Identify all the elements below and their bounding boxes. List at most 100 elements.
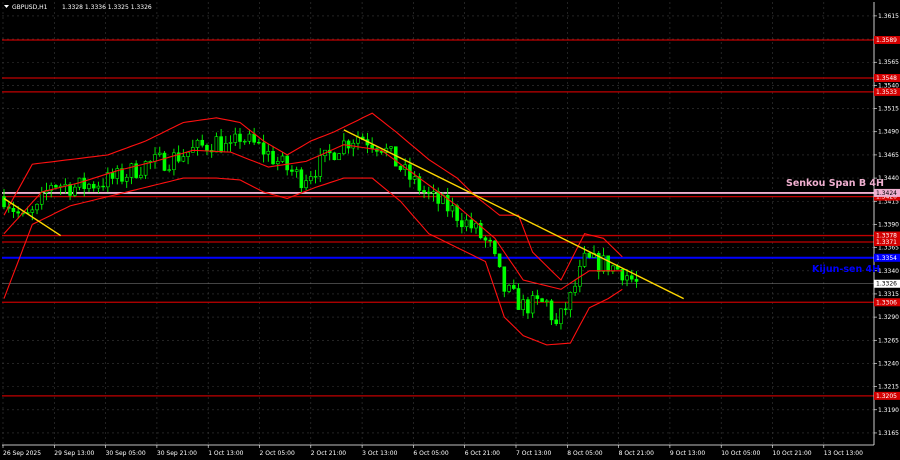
candle-body xyxy=(370,144,374,149)
y-tick-label: 1.3615 xyxy=(878,13,899,20)
y-tick-label: 1.3190 xyxy=(878,407,899,414)
candle-body xyxy=(530,295,535,314)
current-price-tag-label: 1.3326 xyxy=(876,281,897,288)
candle-body xyxy=(35,203,39,211)
candle-body xyxy=(68,184,72,196)
candle-body xyxy=(167,169,171,171)
candle-body xyxy=(228,142,233,144)
candle-body xyxy=(242,140,247,143)
candle-body xyxy=(73,186,77,196)
x-tick-label: 10 Oct 05:00 xyxy=(721,450,760,457)
candle-body xyxy=(398,165,403,170)
candle-body xyxy=(460,220,464,228)
x-tick-label: 6 Oct 05:00 xyxy=(413,450,448,457)
x-tick-label: 8 Oct 21:00 xyxy=(619,450,654,457)
candle-body xyxy=(606,255,610,272)
candle-body xyxy=(450,205,455,212)
candle-body xyxy=(573,285,577,293)
candle-body xyxy=(502,266,507,292)
x-tick-label: 9 Oct 13:00 xyxy=(670,450,705,457)
candle-body xyxy=(342,140,346,154)
level-tag: 1.3205 xyxy=(874,391,900,400)
candle-body xyxy=(540,298,544,303)
candle-body xyxy=(233,133,238,143)
candle-body xyxy=(205,144,209,151)
candle-body xyxy=(332,152,337,161)
level-tag: 1.3371 xyxy=(874,238,900,247)
chart-background xyxy=(0,0,900,460)
candle-body xyxy=(318,155,323,177)
y-tick-label: 1.3240 xyxy=(878,360,899,367)
kijun-sen-annotation: Kijun-sen 4H xyxy=(812,264,880,275)
x-tick-label: 30 Sep 05:00 xyxy=(106,450,146,457)
candle-body xyxy=(271,150,275,165)
candle-body xyxy=(261,142,266,155)
y-tick-label: 1.3390 xyxy=(878,221,899,228)
y-tick-label: 1.3290 xyxy=(878,314,899,321)
candle-body xyxy=(285,155,290,171)
candle-body xyxy=(181,156,186,162)
candle-body xyxy=(275,161,280,165)
level-tag-label: 1.3205 xyxy=(876,393,897,400)
kijun-sen-tag: 1.3354 xyxy=(874,253,900,262)
candle-body xyxy=(106,172,110,188)
y-tick-label: 1.3565 xyxy=(878,59,899,66)
candle-body xyxy=(257,141,261,144)
chart-header: GBPUSD,H1 1.3328 1.3336 1.3325 1.3326 xyxy=(4,4,152,11)
header-symbol: GBPUSD,H1 xyxy=(12,4,48,11)
candle-body xyxy=(294,169,299,172)
candle-body xyxy=(252,133,256,143)
y-tick-label: 1.3215 xyxy=(878,384,899,391)
candle-body xyxy=(30,209,35,213)
level-tag-label: 1.3533 xyxy=(876,89,897,96)
candle-body xyxy=(2,196,6,208)
candle-body xyxy=(422,190,426,193)
candle-body xyxy=(219,136,223,153)
candle-body xyxy=(337,153,341,161)
y-tick-label: 1.3165 xyxy=(878,430,899,437)
senkou-span-b-tag-label: 1.3424 xyxy=(876,190,897,197)
candle-body xyxy=(493,240,497,255)
y-tick-label: 1.3465 xyxy=(878,152,899,159)
candle-body xyxy=(11,208,16,212)
x-tick-label: 6 Oct 21:00 xyxy=(465,450,500,457)
candle-body xyxy=(247,133,252,142)
y-tick-label: 1.3315 xyxy=(878,291,899,298)
candle-body xyxy=(101,185,105,188)
candle-body xyxy=(412,176,417,180)
candle-body xyxy=(587,252,592,258)
candle-body xyxy=(195,139,200,148)
y-tick-label: 1.3265 xyxy=(878,337,899,344)
level-tag-label: 1.3589 xyxy=(876,37,897,44)
candle-body xyxy=(186,152,190,157)
candle-body xyxy=(526,299,530,314)
price-chart[interactable]: 1.36151.35901.35651.35401.35151.34901.34… xyxy=(0,0,900,460)
candle-body xyxy=(554,319,559,325)
candle-body xyxy=(625,275,629,281)
candle-body xyxy=(238,133,242,142)
level-tag-label: 1.3306 xyxy=(876,299,897,306)
candle-body xyxy=(426,191,431,194)
candle-body xyxy=(87,183,91,189)
x-tick-label: 26 Sep 2025 xyxy=(3,450,41,457)
x-tick-label: 13 Oct 13:00 xyxy=(824,450,863,457)
candle-body xyxy=(16,211,20,214)
candle-body xyxy=(120,168,124,182)
candle-body xyxy=(313,176,318,178)
candle-body xyxy=(389,146,393,149)
kijun-sen-tag-label: 1.3354 xyxy=(876,255,897,262)
x-tick-label: 8 Oct 05:00 xyxy=(567,450,602,457)
candle-body xyxy=(200,139,205,146)
senkou-span-b-annotation: Senkou Span B 4H xyxy=(786,178,884,189)
candle-body xyxy=(488,239,492,242)
candle-body xyxy=(497,253,502,268)
candle-body xyxy=(544,300,549,303)
candle-body xyxy=(346,140,351,149)
candle-body xyxy=(516,288,521,310)
candle-body xyxy=(563,308,568,311)
candle-body xyxy=(290,169,294,172)
candle-body xyxy=(521,299,526,310)
level-tag-label: 1.3371 xyxy=(876,239,897,246)
candle-body xyxy=(39,192,44,205)
level-tag: 1.3306 xyxy=(874,298,900,307)
